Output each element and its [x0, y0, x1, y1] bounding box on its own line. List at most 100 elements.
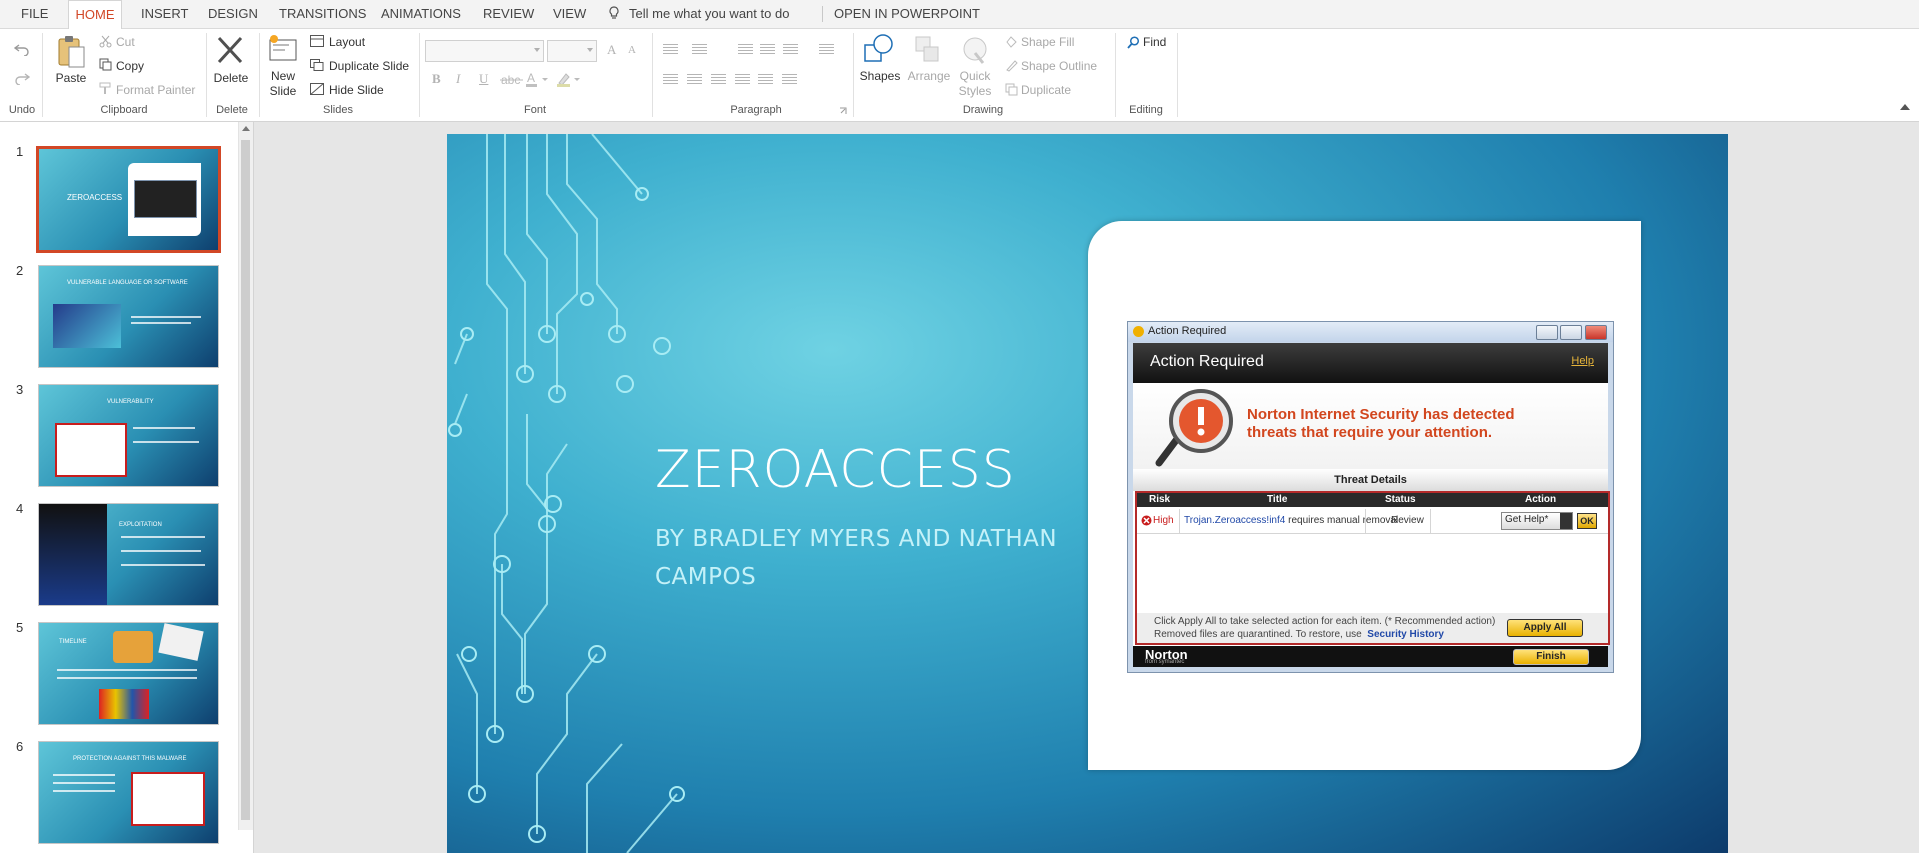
- grow-font-button[interactable]: A: [607, 42, 616, 58]
- bullets-icon[interactable]: [663, 44, 678, 55]
- arrange-button[interactable]: Arrange: [906, 69, 952, 84]
- tab-view[interactable]: VIEW: [553, 0, 586, 28]
- open-in-powerpoint-button[interactable]: OPEN IN POWERPOINT: [834, 0, 980, 28]
- line-spacing-icon[interactable]: [783, 44, 798, 55]
- close-icon: [1585, 325, 1607, 340]
- col-risk: Risk: [1149, 494, 1171, 505]
- thumb-text-line: [131, 316, 201, 318]
- editing-group-label: Editing: [1129, 104, 1163, 116]
- arrange-icon[interactable]: [914, 35, 942, 65]
- dialog-body: Action Required Help Norton Internet Sec…: [1133, 343, 1610, 667]
- copy-icon: [99, 58, 112, 71]
- ltr-icon[interactable]: [758, 74, 773, 85]
- collapse-ribbon-icon[interactable]: [1900, 104, 1910, 110]
- slide-thumbnail-4[interactable]: EXPLOITATION: [38, 503, 219, 606]
- find-button[interactable]: Find: [1143, 33, 1166, 51]
- align-left-icon[interactable]: [663, 74, 678, 85]
- column-divider: [1430, 509, 1431, 533]
- bold-button[interactable]: B: [432, 71, 441, 87]
- column-divider: [1365, 509, 1366, 533]
- paste-icon[interactable]: [56, 35, 86, 69]
- underline-button[interactable]: U: [479, 71, 488, 87]
- delete-icon[interactable]: [216, 35, 244, 65]
- thumbnail-scrollbar[interactable]: [238, 122, 253, 830]
- paste-button[interactable]: Paste: [52, 71, 90, 86]
- thumb-picture: [128, 163, 201, 236]
- font-color-icon[interactable]: A: [525, 71, 549, 87]
- copy-button[interactable]: Copy: [116, 57, 144, 75]
- shrink-font-button[interactable]: A: [628, 44, 636, 56]
- thumb-text-line: [57, 669, 197, 671]
- justify-icon[interactable]: [735, 74, 750, 85]
- new-slide-label-1[interactable]: New: [264, 69, 302, 84]
- threat-details-bar: Threat Details: [1133, 469, 1608, 491]
- action-select: Get Help*: [1501, 512, 1573, 530]
- layout-button[interactable]: Layout: [329, 33, 365, 51]
- action-dropdown-icon: [1560, 513, 1572, 529]
- shape-outline-icon: [1006, 60, 1018, 72]
- slide-thumbnail-5[interactable]: TIMELINE: [38, 622, 219, 725]
- new-slide-icon[interactable]: [268, 34, 298, 64]
- tab-home[interactable]: HOME: [68, 0, 122, 30]
- menu-bar: FILE HOME INSERT DESIGN TRANSITIONS ANIM…: [0, 0, 1919, 30]
- shapes-button[interactable]: Shapes: [858, 69, 902, 84]
- slides-group-label: Slides: [323, 104, 353, 116]
- highlight-icon[interactable]: [556, 71, 582, 87]
- quick-styles-label-2[interactable]: Styles: [952, 84, 998, 99]
- slide-title[interactable]: ZEROACCESS: [655, 440, 1016, 500]
- numbering-icon[interactable]: [692, 44, 707, 55]
- shape-outline-button[interactable]: Shape Outline: [1021, 57, 1097, 75]
- thumb-title: EXPLOITATION: [119, 522, 162, 528]
- font-size-select[interactable]: [547, 40, 597, 62]
- tab-insert[interactable]: INSERT: [141, 0, 188, 28]
- new-slide-label-2[interactable]: Slide: [264, 84, 302, 99]
- increase-indent-icon[interactable]: [760, 44, 775, 55]
- format-painter-button[interactable]: Format Painter: [116, 81, 195, 99]
- decrease-indent-icon[interactable]: [738, 44, 753, 55]
- picture-frame[interactable]: Action Required Action Required Help Nor…: [1088, 221, 1641, 770]
- paragraph-launcher-icon[interactable]: [839, 107, 847, 115]
- slide-number: 2: [16, 263, 24, 278]
- duplicate-shape-icon: [1005, 83, 1018, 96]
- menu-divider: [822, 6, 823, 22]
- rtl-icon[interactable]: [782, 74, 797, 85]
- help-link: Help: [1571, 355, 1594, 367]
- align-text-icon[interactable]: [819, 44, 834, 55]
- slide-thumbnail-2[interactable]: VULNERABLE LANGUAGE OR SOFTWARE: [38, 265, 219, 368]
- quick-styles-label-1[interactable]: Quick: [952, 69, 998, 84]
- slide-subtitle[interactable]: BY BRADLEY MYERS AND NATHAN CAMPOS: [655, 520, 1075, 596]
- svg-text:A: A: [527, 71, 535, 85]
- thumb-text-line: [133, 441, 199, 443]
- scrollbar-thumb[interactable]: [241, 140, 250, 820]
- tab-transitions[interactable]: TRANSITIONS: [279, 0, 366, 28]
- current-slide[interactable]: ZEROACCESS BY BRADLEY MYERS AND NATHAN C…: [447, 134, 1728, 853]
- tab-file[interactable]: FILE: [21, 0, 48, 28]
- shapes-icon[interactable]: [863, 33, 895, 65]
- slide-thumbnail-1[interactable]: ZEROACCESS: [36, 146, 221, 253]
- delete-button[interactable]: Delete: [210, 71, 252, 86]
- redo-icon[interactable]: [14, 71, 30, 85]
- slide-thumbnail-6[interactable]: PROTECTION AGAINST THIS MALWARE: [38, 741, 219, 844]
- tab-design[interactable]: DESIGN: [208, 0, 258, 28]
- strikethrough-icon[interactable]: abc: [499, 73, 525, 87]
- thumb-title: TIMELINE: [59, 639, 87, 645]
- tab-review[interactable]: REVIEW: [483, 0, 534, 28]
- scroll-up-icon[interactable]: [242, 126, 250, 131]
- align-right-icon[interactable]: [711, 74, 726, 85]
- duplicate-shape-button[interactable]: Duplicate: [1021, 81, 1071, 99]
- dialog-footer: Norton from symantec Finish: [1133, 646, 1608, 667]
- align-center-icon[interactable]: [687, 74, 702, 85]
- tell-me-search[interactable]: Tell me what you want to do: [629, 0, 789, 28]
- undo-icon[interactable]: [14, 42, 30, 56]
- slide-thumbnail-3[interactable]: VULNERABILITY: [38, 384, 219, 487]
- group-divider: [1115, 33, 1116, 117]
- tab-animations[interactable]: ANIMATIONS: [381, 0, 461, 28]
- shape-fill-button[interactable]: Shape Fill: [1021, 33, 1074, 51]
- format-painter-icon: [99, 82, 111, 94]
- hide-slide-button[interactable]: Hide Slide: [329, 81, 384, 99]
- duplicate-slide-button[interactable]: Duplicate Slide: [329, 57, 409, 75]
- font-family-select[interactable]: [425, 40, 544, 62]
- quick-styles-icon[interactable]: [961, 35, 989, 65]
- cut-button[interactable]: Cut: [116, 33, 135, 51]
- italic-button[interactable]: I: [456, 71, 460, 87]
